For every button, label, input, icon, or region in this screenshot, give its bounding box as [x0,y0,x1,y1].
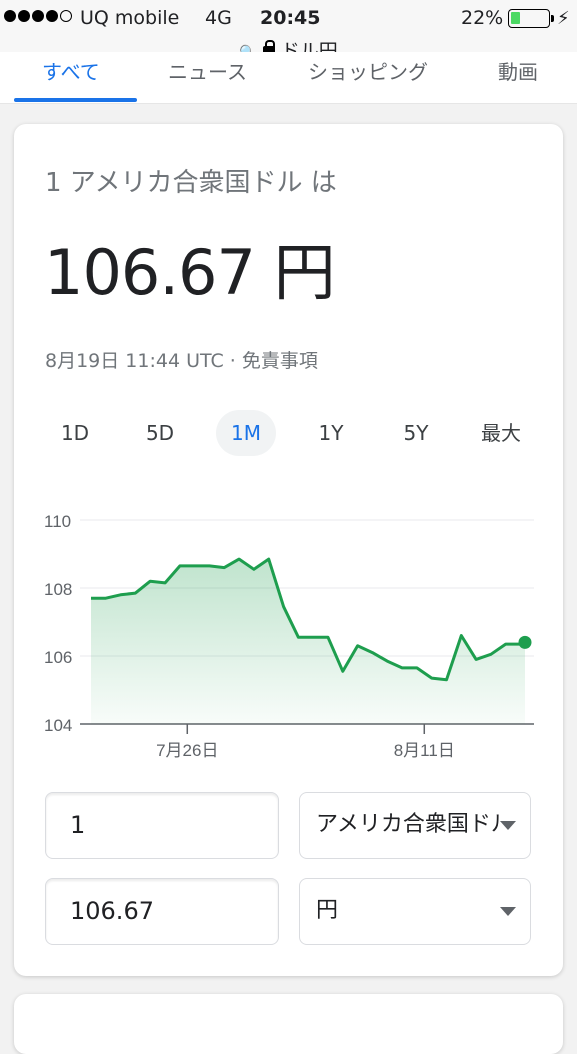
range-max[interactable]: 最大 [471,410,531,456]
x-tick-label: 8月11日 [394,741,455,760]
range-1d[interactable]: 1D [45,410,105,456]
conversion-rate: 106.67 円 [44,236,336,309]
tab-all[interactable]: すべて [42,56,100,85]
status-bar: UQ mobile 4G 20:45 22% ⚡ [0,0,577,38]
amount-to-input[interactable]: 106.67 [45,878,279,945]
network-type: 4G [205,7,232,29]
currency-from-label: アメリカ合衆国ドル [316,812,501,837]
tab-videos[interactable]: 動画 [498,56,538,85]
range-5y[interactable]: 5Y [386,410,446,456]
y-tick-label: 104 [44,716,72,735]
last-point-marker [518,635,532,649]
battery-icon [508,9,554,28]
y-tick-label: 110 [44,512,71,531]
battery-percent: 22% [461,7,504,29]
conversion-intro: 1 アメリカ合衆国ドル は [45,168,337,198]
currency-converter-card: 1 アメリカ合衆国ドル は 106.67 円 8月19日 11:44 UTC ·… [14,124,563,976]
amount-from-input[interactable]: 1 [45,792,279,859]
range-1m[interactable]: 1M [216,410,276,456]
active-tab-indicator [14,98,137,102]
rate-timestamp: 8月19日 11:44 UTC · 免責事項 [45,350,318,372]
tab-shopping[interactable]: ショッピング [308,56,428,85]
charging-bolt-icon: ⚡ [557,8,570,29]
range-1y[interactable]: 1Y [301,410,361,456]
currency-to-label: 円 [316,898,339,923]
clock: 20:45 [260,7,321,29]
y-tick-label: 106 [44,648,72,667]
currency-to-select[interactable]: 円 [299,878,531,945]
x-tick-label: 7月26日 [156,741,218,760]
carrier-name: UQ mobile [80,7,180,29]
exchange-rate-chart: 110 108 106 104 7月26日 8月11日 [44,512,534,760]
next-result-card [14,994,563,1054]
signal-strength-icon [4,10,72,22]
chevron-down-icon [500,907,516,916]
y-tick-label: 108 [44,580,72,599]
chevron-down-icon [500,821,516,830]
currency-from-select[interactable]: アメリカ合衆国ドル [299,792,531,859]
tab-news[interactable]: ニュース [168,56,247,85]
search-tabs: すべて ニュース ショッピング 動画 [0,52,577,104]
range-5d[interactable]: 5D [130,410,190,456]
